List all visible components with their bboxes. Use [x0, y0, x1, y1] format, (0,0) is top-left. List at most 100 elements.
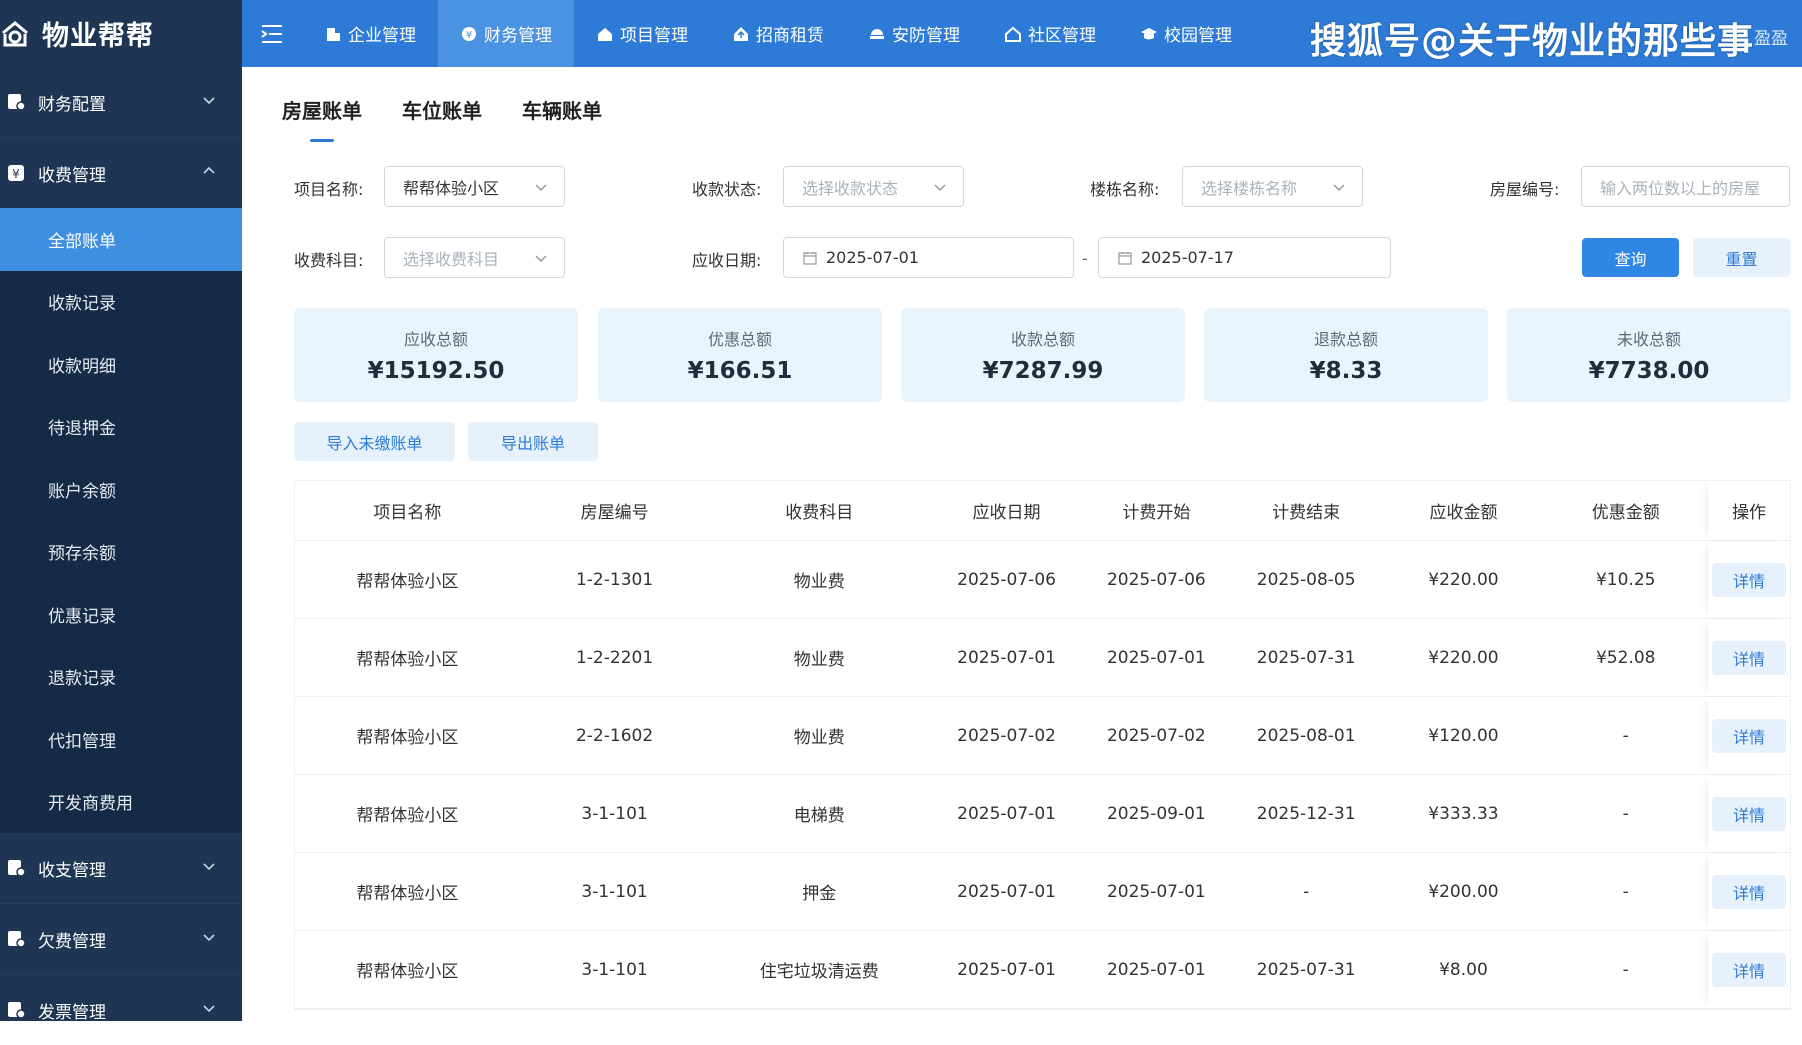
sidebar-item-discount-records[interactable]: 优惠记录	[0, 583, 242, 646]
calendar-icon	[1117, 250, 1133, 266]
sidebar-item-payment-details[interactable]: 收款明细	[0, 333, 242, 396]
building-select[interactable]: 选择楼栋名称	[1182, 166, 1363, 207]
stat-card-uncollected: 未收总额 ¥7738.00	[1507, 308, 1791, 402]
svg-text:¥: ¥	[466, 30, 472, 41]
status-select-placeholder: 选择收款状态	[802, 178, 899, 198]
column-header[interactable]: 计费开始	[1084, 498, 1229, 523]
cell: 2025-07-06	[957, 569, 1056, 590]
action-cell: 详情	[1708, 697, 1791, 774]
topnav-leasing[interactable]: 招商租赁	[710, 0, 846, 67]
topnav-campus[interactable]: 校园管理	[1118, 0, 1254, 67]
topnav-enterprise[interactable]: 企业管理	[302, 0, 438, 67]
sidebar-item-pending-deposit[interactable]: 待退押金	[0, 396, 242, 459]
cell: 2025-12-31	[1256, 803, 1356, 824]
sidebar-item-withholding[interactable]: 代扣管理	[0, 708, 242, 771]
tab-vehicle-bills[interactable]: 车辆账单	[522, 95, 602, 142]
query-button[interactable]: 查询	[1582, 238, 1679, 277]
date-label: 应收日期:	[692, 251, 762, 270]
sidebar-item-account-balance[interactable]: 账户余额	[0, 458, 242, 521]
tab-parking-bills[interactable]: 车位账单	[402, 95, 482, 142]
date-end-input[interactable]: 2025-07-17	[1098, 237, 1391, 278]
sidebar-group-finance-config[interactable]: 财务配置	[0, 67, 242, 137]
sidebar-item-refund-records[interactable]: 退款记录	[0, 646, 242, 709]
topnav-security[interactable]: 安防管理	[846, 0, 982, 67]
building-label: 楼栋名称:	[1090, 180, 1160, 199]
security-camera-icon	[868, 25, 886, 43]
action-cell: 详情	[1708, 853, 1791, 930]
house-number-input[interactable]: 输入两位数以上的房屋	[1581, 166, 1790, 207]
topnav-label: 招商租赁	[756, 26, 824, 46]
table-row: 帮帮体验小区 1-2-1301 物业费 2025-07-06 2025-07-0…	[295, 541, 1791, 619]
house-number-label: 房屋编号:	[1490, 180, 1560, 199]
chevron-up-icon	[203, 166, 215, 174]
user-name[interactable]: 盈盈	[1754, 24, 1788, 49]
cell: 押金	[802, 884, 837, 904]
tab-house-bills[interactable]: 房屋账单	[282, 95, 362, 142]
yen-icon: ¥	[460, 25, 478, 43]
sidebar-group-label: 欠费管理	[38, 931, 106, 952]
detail-button[interactable]: 详情	[1712, 718, 1787, 753]
column-header[interactable]: 项目名称	[295, 498, 520, 523]
cell: 帮帮体验小区	[356, 728, 459, 748]
logo-icon	[0, 19, 30, 49]
cell: 2025-07-06	[1106, 569, 1206, 590]
sidebar-item-all-bills[interactable]: 全部账单	[0, 208, 242, 271]
calendar-icon	[802, 250, 818, 266]
charge-icon: ¥	[6, 163, 26, 183]
stat-card-refund: 退款总额 ¥8.33	[1204, 308, 1488, 402]
detail-button[interactable]: 详情	[1712, 874, 1787, 909]
sidebar-item-developer-fees[interactable]: 开发商费用	[0, 771, 242, 834]
project-select[interactable]: 帮帮体验小区	[384, 166, 565, 207]
logo[interactable]: 物业帮帮	[0, 0, 242, 67]
bills-table: 项目名称 房屋编号 收费科目 应收日期 计费开始 计费结束 应收金额 优惠金额 …	[294, 480, 1791, 1010]
cell: 3-1-101	[581, 803, 648, 824]
building-icon	[324, 25, 342, 43]
topnav-label: 财务管理	[484, 26, 552, 46]
sidebar-group-charge[interactable]: ¥ 收费管理	[0, 138, 242, 208]
sidebar-group-income-expense[interactable]: 收支管理	[0, 833, 242, 903]
cell: 帮帮体验小区	[356, 572, 459, 592]
cell: ¥200.00	[1428, 881, 1499, 902]
export-bills-button[interactable]: 导出账单	[468, 422, 598, 461]
detail-button[interactable]: 详情	[1712, 952, 1787, 987]
date-start-input[interactable]: 2025-07-01	[783, 237, 1074, 278]
cell: -	[1622, 881, 1629, 902]
cell: 2025-07-01	[957, 959, 1056, 980]
bill-tabs: 房屋账单 车位账单 车辆账单	[282, 95, 602, 142]
topnav-project[interactable]: 项目管理	[574, 0, 710, 67]
project-select-value: 帮帮体验小区	[403, 178, 500, 198]
cell: 3-1-101	[581, 881, 648, 902]
cell: 2025-08-01	[1256, 725, 1356, 746]
column-header[interactable]: 应收日期	[929, 498, 1084, 523]
column-header[interactable]: 优惠金额	[1543, 498, 1708, 523]
topnav-finance[interactable]: ¥ 财务管理	[438, 0, 574, 67]
detail-button[interactable]: 详情	[1712, 796, 1787, 831]
column-header[interactable]: 应收金额	[1384, 498, 1544, 523]
subject-select[interactable]: 选择收费科目	[384, 237, 565, 278]
sidebar-group-arrears[interactable]: 欠费管理	[0, 904, 242, 974]
cell: ¥220.00	[1428, 569, 1499, 590]
column-header[interactable]: 收费科目	[709, 498, 929, 523]
date-start-value: 2025-07-01	[826, 248, 919, 267]
topnav-label: 社区管理	[1028, 26, 1096, 46]
column-header[interactable]: 房屋编号	[520, 498, 710, 523]
sidebar-item-payment-records[interactable]: 收款记录	[0, 271, 242, 334]
column-header[interactable]: 计费结束	[1229, 498, 1384, 523]
menu-toggle-icon[interactable]	[242, 0, 302, 67]
sidebar-group-invoice[interactable]: 发票管理	[0, 975, 242, 1045]
detail-button[interactable]: 详情	[1712, 562, 1787, 597]
stat-card-collected: 收款总额 ¥7287.99	[901, 308, 1185, 402]
column-header: 操作	[1708, 481, 1791, 540]
sidebar-item-prepaid-balance[interactable]: 预存余额	[0, 521, 242, 584]
cell: 帮帮体验小区	[356, 650, 459, 670]
topnav-community[interactable]: 社区管理	[982, 0, 1118, 67]
status-select[interactable]: 选择收款状态	[783, 166, 964, 207]
chevron-down-icon	[203, 97, 215, 105]
detail-button[interactable]: 详情	[1712, 640, 1787, 675]
watermark: 搜狐号@关于物业的那些事	[1309, 21, 1754, 62]
stat-value: ¥8.33	[1309, 358, 1383, 384]
table-row: 帮帮体验小区 3-1-101 住宅垃圾清运费 2025-07-01 2025-0…	[295, 931, 1791, 1009]
reset-button[interactable]: 重置	[1693, 238, 1790, 277]
sidebar-group-label: 财务配置	[38, 94, 106, 115]
import-unpaid-button[interactable]: 导入未缴账单	[294, 422, 455, 461]
